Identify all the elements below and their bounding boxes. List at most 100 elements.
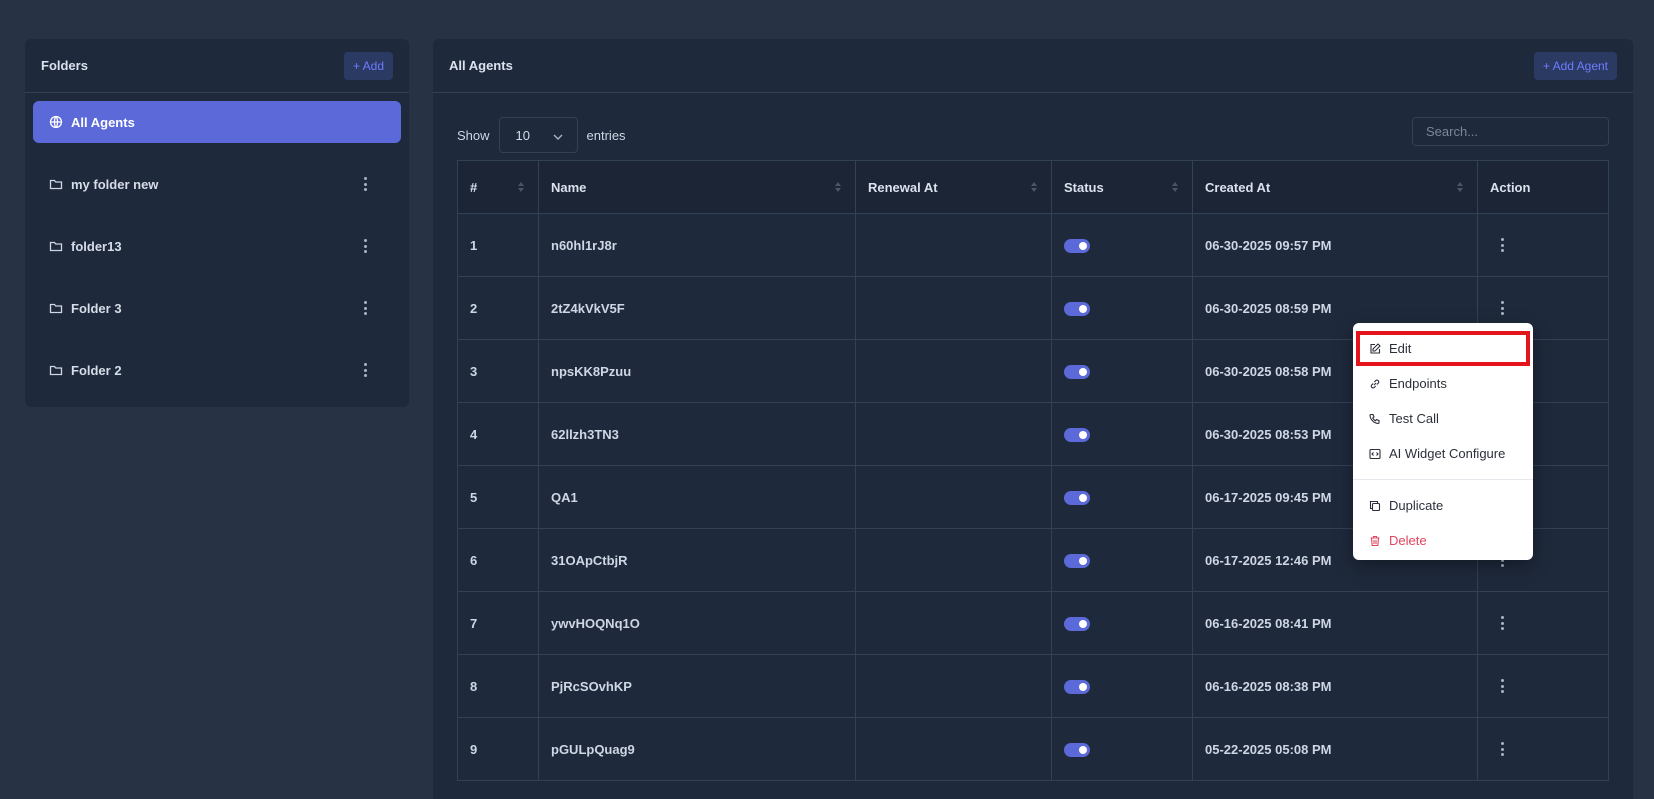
link-icon xyxy=(1369,378,1381,390)
table-row: 9 pGULpQuag9 05-22-2025 05:08 PM xyxy=(457,717,1609,781)
action-cell xyxy=(1477,213,1609,277)
table-header-row: # Name Renewal At Status Created At Acti… xyxy=(457,160,1609,214)
table-row: 7 ywvHOQNq1O 06-16-2025 08:41 PM xyxy=(457,591,1609,655)
menu-item-ai-widget-configure[interactable]: AI Widget Configure xyxy=(1353,436,1533,471)
column-header-created[interactable]: Created At xyxy=(1192,160,1478,214)
column-header-number[interactable]: # xyxy=(457,160,539,214)
search-input[interactable] xyxy=(1412,117,1609,146)
status-cell xyxy=(1051,654,1193,718)
status-toggle[interactable] xyxy=(1064,616,1090,631)
menu-item-duplicate[interactable]: Duplicate xyxy=(1353,488,1533,523)
status-cell xyxy=(1051,591,1193,655)
menu-item-test-call[interactable]: Test Call xyxy=(1353,401,1533,436)
status-cell xyxy=(1051,528,1193,592)
column-header-renewal[interactable]: Renewal At xyxy=(855,160,1052,214)
status-toggle[interactable] xyxy=(1064,238,1090,253)
menu-item-label: Edit xyxy=(1389,341,1412,356)
status-toggle[interactable] xyxy=(1064,679,1090,694)
row-number: 9 xyxy=(457,717,539,781)
folder-icon xyxy=(49,177,63,191)
row-actions-icon[interactable] xyxy=(1494,614,1510,632)
created-at: 06-16-2025 08:38 PM xyxy=(1192,654,1478,718)
created-at: 06-16-2025 08:41 PM xyxy=(1192,591,1478,655)
row-number: 2 xyxy=(457,276,539,340)
sort-icon xyxy=(1031,182,1037,192)
agents-title: All Agents xyxy=(449,58,513,73)
renewal-at xyxy=(855,654,1052,718)
status-cell xyxy=(1051,339,1193,403)
folders-panel: Folders + Add All Agents my folder new f… xyxy=(25,39,409,407)
folder-menu-icon[interactable] xyxy=(357,299,373,317)
renewal-at xyxy=(855,591,1052,655)
menu-item-label: AI Widget Configure xyxy=(1389,446,1506,461)
menu-item-label: Endpoints xyxy=(1389,376,1447,391)
trash-icon xyxy=(1369,535,1381,547)
agent-name: 31OApCtbjR xyxy=(538,528,856,592)
status-toggle[interactable] xyxy=(1064,364,1090,379)
status-toggle[interactable] xyxy=(1064,301,1090,316)
column-header-name[interactable]: Name xyxy=(538,160,856,214)
folder-label: All Agents xyxy=(71,114,135,130)
row-actions-icon[interactable] xyxy=(1494,236,1510,254)
row-number: 5 xyxy=(457,465,539,529)
table-row: 1 n60hl1rJ8r 06-30-2025 09:57 PM xyxy=(457,213,1609,277)
folder-list: All Agents my folder new folder13 Folder… xyxy=(25,93,409,419)
folder-menu-icon[interactable] xyxy=(357,361,373,379)
menu-item-label: Duplicate xyxy=(1389,498,1444,513)
row-number: 6 xyxy=(457,528,539,592)
folder-icon xyxy=(49,239,63,253)
renewal-at xyxy=(855,717,1052,781)
agent-name: n60hl1rJ8r xyxy=(538,213,856,277)
row-actions-icon[interactable] xyxy=(1494,299,1510,317)
created-at: 06-30-2025 09:57 PM xyxy=(1192,213,1478,277)
menu-item-edit[interactable]: Edit xyxy=(1356,331,1530,366)
agent-name: 62llzh3TN3 xyxy=(538,402,856,466)
action-cell xyxy=(1477,591,1609,655)
edit-icon xyxy=(1369,342,1381,355)
folders-title: Folders xyxy=(41,58,88,73)
agent-name: PjRcSOvhKP xyxy=(538,654,856,718)
add-agent-button[interactable]: + Add Agent xyxy=(1533,51,1617,80)
status-cell xyxy=(1051,717,1193,781)
row-actions-icon[interactable] xyxy=(1494,740,1510,758)
status-toggle[interactable] xyxy=(1064,742,1090,757)
folder-item-folder-3[interactable]: Folder 3 xyxy=(33,287,401,329)
folders-header: Folders + Add xyxy=(25,39,409,93)
sort-icon xyxy=(835,182,841,192)
entries-select[interactable]: 10 xyxy=(498,117,578,153)
phone-icon xyxy=(1369,413,1381,425)
status-cell xyxy=(1051,402,1193,466)
renewal-at xyxy=(855,402,1052,466)
row-number: 3 xyxy=(457,339,539,403)
folder-icon xyxy=(49,301,63,315)
folder-menu-icon[interactable] xyxy=(357,175,373,193)
column-header-status[interactable]: Status xyxy=(1051,160,1193,214)
agent-name: 2tZ4kVkV5F xyxy=(538,276,856,340)
folder-item-all-agents[interactable]: All Agents xyxy=(33,101,401,143)
menu-item-delete[interactable]: Delete xyxy=(1353,523,1533,558)
folder-label: Folder 2 xyxy=(71,362,122,378)
status-cell xyxy=(1051,465,1193,529)
action-cell xyxy=(1477,654,1609,718)
renewal-at xyxy=(855,528,1052,592)
menu-item-label: Test Call xyxy=(1389,411,1439,426)
row-actions-icon[interactable] xyxy=(1494,677,1510,695)
table-toolbar: Show 10 entries xyxy=(457,117,1609,153)
entries-value: 10 xyxy=(515,127,530,143)
status-toggle[interactable] xyxy=(1064,553,1090,568)
add-folder-button[interactable]: + Add xyxy=(343,51,393,80)
show-label: Show xyxy=(457,127,490,143)
status-toggle[interactable] xyxy=(1064,490,1090,505)
status-toggle[interactable] xyxy=(1064,427,1090,442)
folder-item-folder13[interactable]: folder13 xyxy=(33,225,401,267)
renewal-at xyxy=(855,213,1052,277)
folder-menu-icon[interactable] xyxy=(357,237,373,255)
folder-item-folder-2[interactable]: Folder 2 xyxy=(33,349,401,391)
menu-divider xyxy=(1353,479,1533,480)
menu-item-endpoints[interactable]: Endpoints xyxy=(1353,366,1533,401)
renewal-at xyxy=(855,276,1052,340)
globe-icon xyxy=(49,115,63,129)
action-cell xyxy=(1477,717,1609,781)
sort-icon xyxy=(518,182,524,192)
folder-item-my-folder-new[interactable]: my folder new xyxy=(33,163,401,205)
